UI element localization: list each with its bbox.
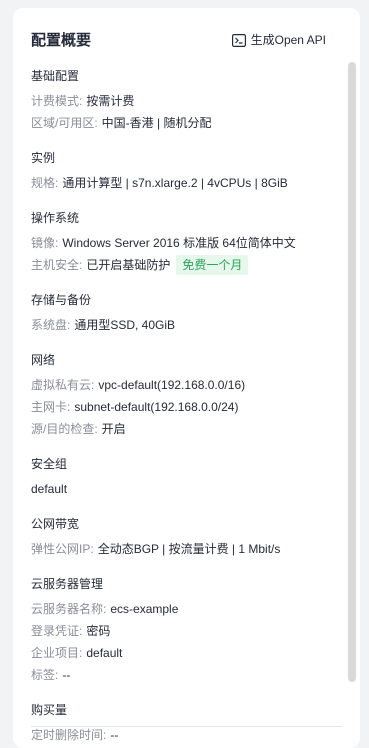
billing-row: 计费模式: 按需计费 <box>31 90 338 112</box>
section-title: 实例 <box>31 151 56 165</box>
section-security-group: 安全组 default <box>31 454 338 500</box>
tag-row: 标签: -- <box>31 664 338 686</box>
section-basic: 基础配置 计费模式: 按需计费 区域/可用区: 中国-香港 | 随机分配 <box>31 66 338 134</box>
source-dest-check-label: 源/目的检查: <box>31 422 98 436</box>
section-title: 云服务器管理 <box>31 577 104 591</box>
panel-title: 配置概要 <box>31 32 92 49</box>
server-name-label: 云服务器名称: <box>31 602 107 616</box>
security-group-row: default <box>31 478 338 500</box>
section-title: 基础配置 <box>31 69 80 83</box>
spec-label: 规格: <box>31 176 59 190</box>
terminal-icon <box>231 33 246 47</box>
server-name-row: 云服务器名称: ecs-example <box>31 598 338 620</box>
scheduled-delete-value: -- <box>110 728 119 742</box>
billing-value: 按需计费 <box>86 94 135 108</box>
enterprise-project-value: default <box>86 646 123 660</box>
source-dest-check-value: 开启 <box>101 422 126 436</box>
primary-nic-value: subnet-default(192.168.0.0/24) <box>74 400 239 414</box>
bottom-divider <box>31 726 342 727</box>
eip-value: 全动态BGP | 按流量计费 | 1 Mbit/s <box>97 542 281 556</box>
section-instance: 实例 规格: 通用计算型 | s7n.xlarge.2 | 4vCPUs | 8… <box>31 148 338 194</box>
vertical-scrollbar[interactable] <box>348 62 356 682</box>
scheduled-delete-label: 定时删除时间: <box>31 728 107 742</box>
system-disk-value: 通用型SSD, 40GiB <box>74 318 176 332</box>
enterprise-project-label: 企业项目: <box>31 646 83 660</box>
region-label: 区域/可用区: <box>31 116 98 130</box>
section-storage: 存储与备份 系统盘: 通用型SSD, 40GiB <box>31 290 338 336</box>
system-disk-row: 系统盘: 通用型SSD, 40GiB <box>31 314 338 336</box>
image-row: 镜像: Windows Server 2016 标准版 64位简体中文 <box>31 232 338 254</box>
system-disk-label: 系统盘: <box>31 318 71 332</box>
credential-value: 密码 <box>86 624 111 638</box>
security-group-value: default <box>31 482 68 496</box>
tag-label: 标签: <box>31 668 59 682</box>
region-value: 中国-香港 | 随机分配 <box>101 116 212 130</box>
vpc-row: 虚拟私有云: vpc-default(192.168.0.0/16) <box>31 374 338 396</box>
section-title: 公网带宽 <box>31 517 80 531</box>
eip-row: 弹性公网IP: 全动态BGP | 按流量计费 | 1 Mbit/s <box>31 538 338 560</box>
section-os: 操作系统 镜像: Windows Server 2016 标准版 64位简体中文… <box>31 208 338 276</box>
panel-header: 配置概要 生成Open API <box>13 8 360 64</box>
spec-value: 通用计算型 | s7n.xlarge.2 | 4vCPUs | 8GiB <box>62 176 288 190</box>
section-title: 安全组 <box>31 457 68 471</box>
host-security-row: 主机安全: 已开启基础防护 免费一个月 <box>31 254 338 276</box>
primary-nic-label: 主网卡: <box>31 400 71 414</box>
host-security-value: 已开启基础防护 <box>86 258 171 272</box>
credential-row: 登录凭证: 密码 <box>31 620 338 642</box>
generate-openapi-button[interactable]: 生成Open API <box>231 32 326 48</box>
vpc-label: 虚拟私有云: <box>31 378 95 392</box>
section-title: 操作系统 <box>31 211 80 225</box>
image-label: 镜像: <box>31 236 59 250</box>
summary-content: 基础配置 计费模式: 按需计费 区域/可用区: 中国-香港 | 随机分配 实例 … <box>31 66 338 748</box>
section-purchase: 购买量 定时删除时间: -- <box>31 700 338 746</box>
section-title: 购买量 <box>31 703 68 717</box>
section-network: 网络 虚拟私有云: vpc-default(192.168.0.0/16) 主网… <box>31 350 338 440</box>
section-bandwidth: 公网带宽 弹性公网IP: 全动态BGP | 按流量计费 | 1 Mbit/s <box>31 514 338 560</box>
enterprise-project-row: 企业项目: default <box>31 642 338 664</box>
vpc-value: vpc-default(192.168.0.0/16) <box>98 378 246 392</box>
section-management: 云服务器管理 云服务器名称: ecs-example 登录凭证: 密码 企业项目… <box>31 574 338 686</box>
server-name-value: ecs-example <box>110 602 179 616</box>
section-title: 网络 <box>31 353 56 367</box>
region-row: 区域/可用区: 中国-香港 | 随机分配 <box>31 112 338 134</box>
eip-label: 弹性公网IP: <box>31 542 94 556</box>
image-value: Windows Server 2016 标准版 64位简体中文 <box>62 236 296 250</box>
config-summary-panel: 配置概要 生成Open API 基础配置 计费模式: 按需计费 区域/可用区: … <box>13 8 360 748</box>
free-month-badge: 免费一个月 <box>176 255 249 275</box>
spec-row: 规格: 通用计算型 | s7n.xlarge.2 | 4vCPUs | 8GiB <box>31 172 338 194</box>
openapi-label: 生成Open API <box>250 33 326 47</box>
section-title: 存储与备份 <box>31 293 92 307</box>
primary-nic-row: 主网卡: subnet-default(192.168.0.0/24) <box>31 396 338 418</box>
scheduled-delete-row: 定时删除时间: -- <box>31 724 338 746</box>
credential-label: 登录凭证: <box>31 624 83 638</box>
tag-value: -- <box>62 668 71 682</box>
source-dest-check-row: 源/目的检查: 开启 <box>31 418 338 440</box>
billing-label: 计费模式: <box>31 94 83 108</box>
host-security-label: 主机安全: <box>31 258 83 272</box>
